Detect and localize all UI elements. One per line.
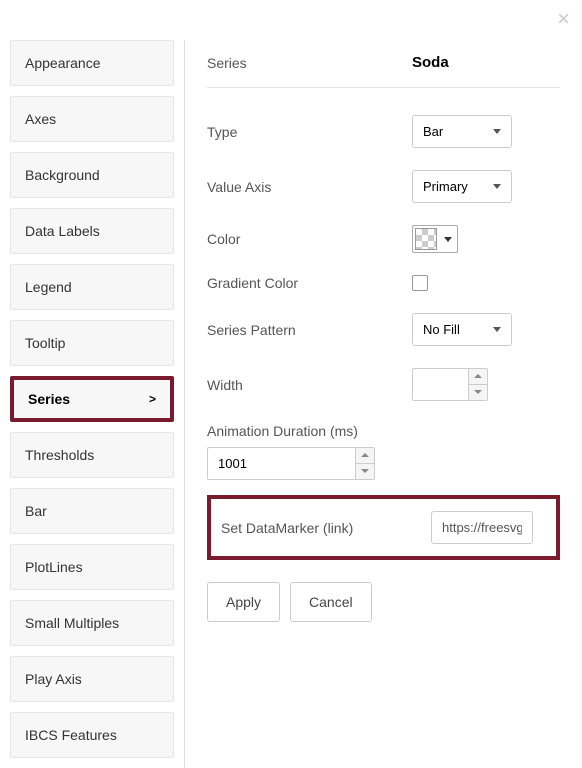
series-pattern-label: Series Pattern [207, 322, 412, 338]
type-label: Type [207, 124, 412, 140]
color-picker[interactable] [412, 225, 458, 253]
chevron-down-icon [444, 237, 452, 242]
value-axis-label: Value Axis [207, 179, 412, 195]
gradient-color-checkbox[interactable] [412, 275, 428, 291]
chevron-down-icon [474, 390, 482, 394]
series-header-label: Series [207, 55, 412, 71]
width-label: Width [207, 377, 412, 393]
datamarker-link-input[interactable] [431, 511, 533, 544]
chevron-down-icon [361, 469, 369, 473]
animation-duration-label: Animation Duration (ms) [207, 423, 560, 439]
width-step-up[interactable] [469, 369, 487, 385]
sidebar: Appearance Axes Background Data Labels Legen… [10, 40, 185, 768]
animation-step-down[interactable] [356, 464, 374, 480]
color-swatch [415, 228, 437, 250]
datamarker-row: Set DataMarker (link) [207, 495, 560, 560]
tab-ibcs-features[interactable]: IBCS Features [10, 712, 174, 758]
datamarker-label: Set DataMarker (link) [221, 520, 431, 536]
animation-step-up[interactable] [356, 448, 374, 464]
series-header-value: Soda [412, 54, 449, 71]
tab-small-multiples[interactable]: Small Multiples [10, 600, 174, 646]
tab-thresholds[interactable]: Thresholds [10, 432, 174, 478]
series-pattern-select-value: No Fill [423, 322, 460, 337]
tab-background[interactable]: Background [10, 152, 174, 198]
tab-series[interactable]: Series [10, 376, 174, 422]
chevron-down-icon [493, 184, 501, 189]
tab-plotlines[interactable]: PlotLines [10, 544, 174, 590]
chevron-up-icon [361, 453, 369, 457]
type-select[interactable]: Bar [412, 115, 512, 148]
tab-data-labels[interactable]: Data Labels [10, 208, 174, 254]
tab-tooltip[interactable]: Tooltip [10, 320, 174, 366]
tab-appearance[interactable]: Appearance [10, 40, 174, 86]
width-input[interactable] [412, 368, 468, 401]
gradient-color-label: Gradient Color [207, 275, 412, 291]
type-select-value: Bar [423, 124, 443, 139]
series-pattern-select[interactable]: No Fill [412, 313, 512, 346]
close-icon[interactable]: × [557, 8, 570, 30]
value-axis-select[interactable]: Primary [412, 170, 512, 203]
tab-play-axis[interactable]: Play Axis [10, 656, 174, 702]
tab-legend[interactable]: Legend [10, 264, 174, 310]
value-axis-select-value: Primary [423, 179, 468, 194]
apply-button[interactable]: Apply [207, 582, 280, 622]
settings-panel: Series Soda Type Bar Value Axis Primary … [185, 40, 572, 768]
width-stepper[interactable] [412, 368, 488, 401]
chevron-down-icon [493, 327, 501, 332]
cancel-button[interactable]: Cancel [290, 582, 372, 622]
tab-bar[interactable]: Bar [10, 488, 174, 534]
animation-duration-stepper[interactable] [207, 447, 375, 480]
width-step-down[interactable] [469, 385, 487, 401]
chevron-up-icon [474, 374, 482, 378]
color-label: Color [207, 231, 412, 247]
chevron-down-icon [493, 129, 501, 134]
tab-axes[interactable]: Axes [10, 96, 174, 142]
animation-duration-input[interactable] [207, 447, 355, 480]
